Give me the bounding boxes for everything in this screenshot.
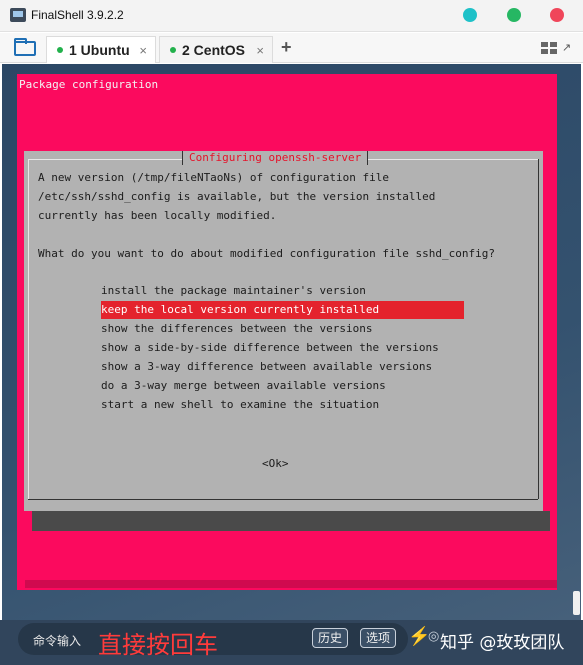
message-line: currently has been locally modified. <box>38 209 277 222</box>
option-side-by-side[interactable]: show a side-by-side difference between t… <box>101 339 439 357</box>
option-new-shell[interactable]: start a new shell to examine the situati… <box>101 396 379 414</box>
option-3way-difference[interactable]: show a 3-way difference between availabl… <box>101 358 432 376</box>
connected-status-icon <box>170 47 176 53</box>
ok-button[interactable]: <Ok> <box>262 457 289 470</box>
terminal-scrollbar[interactable] <box>573 591 580 615</box>
command-input-label: 命令输入 <box>33 634 82 648</box>
command-input[interactable]: 命令输入 直接按回车 <box>18 623 408 659</box>
window-title: FinalShell 3.9.2.2 <box>31 8 124 22</box>
dialog-shadow <box>32 511 550 531</box>
watermark-text: 知乎 @玫玫团队 <box>440 633 565 653</box>
app-icon <box>10 8 26 22</box>
expand-arrow-icon[interactable]: ↗ <box>562 41 571 54</box>
history-button[interactable]: 历史 <box>312 628 349 648</box>
dialog-border-bottom <box>28 499 538 500</box>
command-bar: 命令输入 直接按回车 历史 选项 ⚡ ◎ 知乎 @玫玫团队 <box>0 620 583 665</box>
terminal-view[interactable]: Package configuration Configuring openss… <box>2 64 581 620</box>
message-line: A new version (/tmp/fileNTaoNs) of confi… <box>38 171 389 184</box>
dialog-border-right <box>538 159 539 499</box>
folder-icon[interactable] <box>14 38 36 56</box>
title-bar: FinalShell 3.9.2.2 <box>0 0 583 32</box>
tab-label: 2 CentOS <box>182 42 246 58</box>
option-show-differences[interactable]: show the differences between the version… <box>101 320 373 338</box>
tab-label: 1 Ubuntu <box>69 42 130 58</box>
layout-grid-icon[interactable] <box>541 42 557 55</box>
dialog-title: Configuring openssh-server <box>182 151 369 165</box>
connected-status-icon <box>57 47 63 53</box>
tab-close-icon[interactable]: × <box>256 43 264 58</box>
option-3way-merge[interactable]: do a 3-way merge between available versi… <box>101 377 386 395</box>
panel-shadow <box>25 580 557 588</box>
options-button[interactable]: 选项 <box>360 628 397 648</box>
close-window-button[interactable] <box>550 8 564 22</box>
tab-centos[interactable]: 2 CentOS × <box>159 36 273 63</box>
package-configuration-header: Package configuration <box>19 78 159 91</box>
tab-bar: 1 Ubuntu × 2 CentOS × + ↗ <box>0 33 583 63</box>
option-keep-local[interactable]: keep the local version currently install… <box>101 301 464 319</box>
add-tab-button[interactable]: + <box>281 37 292 58</box>
tab-close-icon[interactable]: × <box>139 43 147 58</box>
message-line: /etc/ssh/sshd_config is available, but t… <box>38 190 436 203</box>
maximize-button[interactable] <box>507 8 521 22</box>
annotation-text: 直接按回车 <box>98 631 218 659</box>
config-dialog: Configuring openssh-server A new version… <box>24 151 543 511</box>
notification-icon[interactable]: ◎ <box>428 628 439 644</box>
dialog-border-left <box>28 159 29 499</box>
question-line: What do you want to do about modified co… <box>38 247 495 260</box>
tab-ubuntu[interactable]: 1 Ubuntu × <box>46 36 156 63</box>
option-install-maintainer[interactable]: install the package maintainer's version <box>101 282 366 300</box>
minimize-button[interactable] <box>463 8 477 22</box>
